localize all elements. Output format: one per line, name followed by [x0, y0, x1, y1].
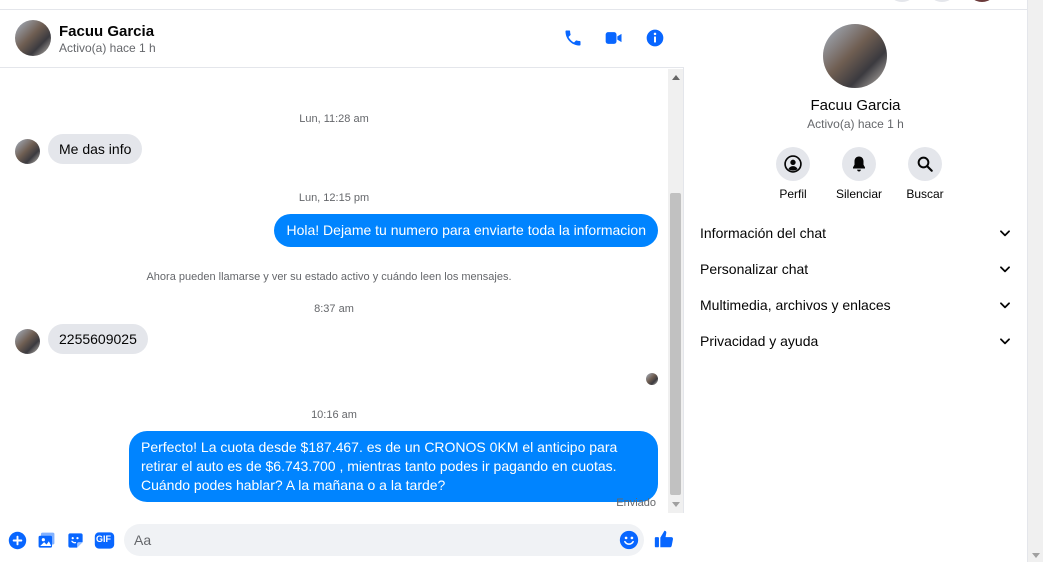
incoming-message[interactable]: 2255609025 — [48, 324, 148, 354]
sender-avatar[interactable] — [15, 329, 40, 354]
search-button[interactable]: Buscar — [900, 147, 950, 201]
header-actions — [562, 27, 666, 49]
message-timestamp: Lun, 11:28 am — [299, 113, 369, 125]
section-label: Multimedia, archivos y enlaces — [700, 297, 891, 313]
contact-avatar[interactable] — [15, 20, 51, 56]
scroll-down-arrow[interactable] — [672, 502, 680, 507]
sender-avatar[interactable] — [15, 139, 40, 164]
message-timestamp: Lun, 12:15 pm — [298, 192, 370, 204]
section-chat-info[interactable]: Información del chat — [700, 215, 1012, 251]
read-receipt-avatar — [646, 373, 658, 385]
info-avatar[interactable] — [823, 24, 887, 88]
gif-label: GIF — [96, 534, 111, 544]
contact-name[interactable]: Facuu Garcia — [59, 23, 154, 40]
section-label: Personalizar chat — [700, 261, 809, 277]
top-button-1[interactable] — [887, 0, 917, 2]
mute-label: Silenciar — [835, 187, 883, 201]
chevron-down-icon — [1000, 338, 1010, 345]
video-camera-icon[interactable] — [603, 27, 625, 49]
contact-status: Activo(a) hace 1 h — [59, 41, 156, 55]
conversation-info-panel: Facuu Garcia Activo(a) hace 1 h Perfil S… — [685, 10, 1026, 562]
search-label: Buscar — [906, 187, 944, 201]
emoji-icon[interactable] — [619, 530, 639, 550]
mute-button[interactable]: Silenciar — [834, 147, 884, 201]
message-list[interactable]: Lun, 11:28 am Me das info Lun, 12:15 pm … — [0, 69, 668, 513]
profile-icon — [776, 147, 810, 181]
search-icon — [908, 147, 942, 181]
top-account-avatar[interactable] — [967, 0, 997, 2]
message-input[interactable] — [134, 524, 604, 556]
outgoing-message[interactable]: Hola! Dejame tu numero para enviarte tod… — [274, 214, 658, 247]
message-timestamp: 8:37 am — [314, 303, 354, 315]
info-contact-status: Activo(a) hace 1 h — [807, 117, 904, 131]
section-media-files-links[interactable]: Multimedia, archivos y enlaces — [700, 287, 1012, 323]
profile-button[interactable]: Perfil — [768, 147, 818, 201]
incoming-message[interactable]: Me das info — [48, 134, 143, 164]
section-customize-chat[interactable]: Personalizar chat — [700, 251, 1012, 287]
chevron-down-icon — [1000, 266, 1010, 273]
phone-icon[interactable] — [562, 27, 584, 49]
scroll-thumb[interactable] — [670, 193, 681, 495]
message-timestamp: 10:16 am — [311, 409, 357, 421]
chat-header: Facuu Garcia Activo(a) hace 1 h — [0, 10, 684, 68]
page-scroll-down-arrow[interactable] — [1032, 553, 1040, 558]
system-notice: Ahora pueden llamarse y ver su estado ac… — [146, 271, 512, 283]
profile-label: Perfil — [779, 187, 807, 201]
scroll-up-arrow[interactable] — [672, 75, 680, 80]
chat-pane: Facuu Garcia Activo(a) hace 1 h Lun, 11:… — [0, 10, 684, 562]
plus-icon[interactable] — [7, 530, 27, 550]
message-scrollbar[interactable] — [668, 69, 683, 513]
top-avatars — [887, 0, 997, 2]
message-input-wrapper — [124, 524, 644, 556]
bell-icon — [842, 147, 876, 181]
section-label: Privacidad y ayuda — [700, 333, 819, 349]
thumbs-up-icon[interactable] — [653, 528, 677, 552]
photo-icon[interactable] — [36, 530, 56, 550]
sticker-icon[interactable] — [65, 530, 85, 550]
info-icon[interactable] — [644, 27, 666, 49]
chevron-down-icon — [1000, 302, 1010, 309]
message-composer: GIF — [0, 513, 684, 562]
info-sections: Información del chat Personalizar chat M… — [700, 215, 1012, 359]
section-label: Información del chat — [700, 225, 827, 241]
outgoing-message[interactable]: Perfecto! La cuota desde $187.467. es de… — [129, 431, 658, 502]
page-scrollbar[interactable] — [1027, 0, 1043, 562]
chevron-down-icon — [1000, 230, 1010, 237]
delivery-status: Enviado — [616, 497, 656, 509]
gif-icon[interactable]: GIF — [93, 530, 115, 550]
info-actions: Perfil Silenciar Buscar — [768, 147, 950, 201]
top-button-2[interactable] — [927, 0, 957, 2]
section-privacy-help[interactable]: Privacidad y ayuda — [700, 323, 1012, 359]
top-bar-edge — [0, 0, 1027, 10]
messenger-app: Facuu Garcia Activo(a) hace 1 h Lun, 11:… — [0, 0, 1043, 562]
info-contact-name: Facuu Garcia — [810, 97, 901, 114]
